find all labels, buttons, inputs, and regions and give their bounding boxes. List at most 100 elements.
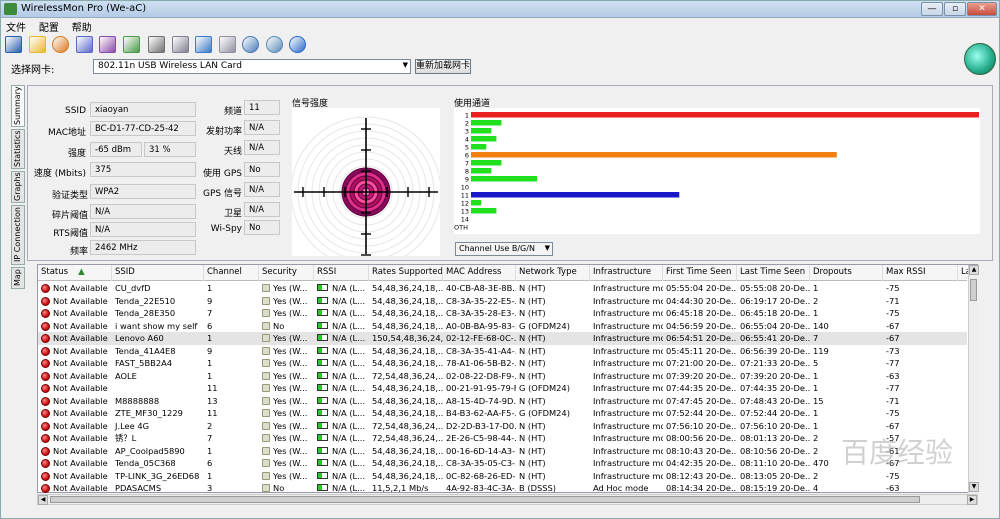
table-cell: 07:56:10 20-De... [663,420,737,432]
card-select[interactable]: 802.11n USB Wireless LAN Card ▼ [93,59,411,74]
table-row[interactable]: Not Available 11 Yes (W... N/A (L... 54,48,3… [38,382,967,395]
table-cell: 54,48,36,24,18,... [369,407,443,419]
tab-ip-connection[interactable]: IP Connection [11,205,25,265]
column-header[interactable]: Channel [204,265,259,281]
menu-help[interactable]: 帮助 [67,18,97,35]
channel-bar [471,160,502,166]
table-cell: 07:56:10 20-De... [737,420,810,432]
channel-use-select-value: Channel Use B/G/N [459,244,535,253]
tab-statistics[interactable]: Statistics [11,129,25,169]
column-header[interactable]: Security [259,265,314,281]
vertical-scrollbar[interactable]: ▲ ▼ [968,265,979,493]
tab-map[interactable]: Map [11,267,25,289]
channel-use-select[interactable]: Channel Use B/G/N ▼ [455,242,553,256]
table-row[interactable]: Not Available Tenda_28E350 7 Yes (W... N/A (… [38,307,967,320]
print-preview-icon[interactable] [171,36,189,53]
table-row[interactable]: Not Available TP-LINK_3G_26ED68 1 Yes (W...… [38,470,967,483]
summary-panel: SSID xiaoyan MAC地址 BC-D1-77-CD-25-42 强度 … [27,85,993,261]
table-row[interactable]: Not Available Tenda_41A4E8 9 Yes (W... N/A (… [38,345,967,358]
rssi-meter-icon [317,409,328,416]
table-cell: N/A (L... [314,332,369,344]
column-header[interactable]: Rates Supported [369,265,443,281]
web-icon[interactable] [265,36,283,53]
table-row[interactable]: Not Available CU_dvfD 1 Yes (W... N/A (L... 5… [38,282,967,295]
cell-text: Infrastructure mo... [593,408,663,418]
reload-card-button[interactable]: 重新加载网卡 [415,59,471,74]
table-cell: N/A (L... [314,345,369,357]
cell-text: N/A (L... [332,383,366,393]
minimize-button[interactable]: — [921,2,943,16]
column-header-label: SSID [115,267,135,277]
column-header[interactable]: Status ▲ [38,265,112,281]
table-row[interactable]: Not Available J.Lee 4G 2 Yes (W... N/A (L...… [38,420,967,433]
print-icon[interactable] [148,36,165,53]
column-header[interactable]: Last Time Seen [737,265,810,281]
column-header[interactable]: Infrastructure [590,265,663,281]
cell-text: B4-B3-62-AA-F5-... [446,408,516,418]
scroll-down-icon[interactable]: ▼ [969,482,979,492]
column-header[interactable]: Max RSSI [883,265,958,281]
table-row[interactable]: Not Available AOLE 1 Yes (W... N/A (L... 72,5… [38,370,967,383]
help-icon[interactable] [289,36,306,53]
settings-icon[interactable] [242,36,259,53]
cell-text: J.Lee 4G [115,420,150,431]
table-cell: Not Available [38,395,112,407]
table-row[interactable]: Not Available ZTE_MF30_1229 11 Yes (W... N/A… [38,407,967,420]
column-header[interactable]: First Time Seen [663,265,737,281]
hscroll-thumb[interactable] [50,496,920,503]
cell-text: 08:10:56 20-De... [740,445,810,456]
column-header[interactable]: RSSI [314,265,369,281]
table-row[interactable]: Not Available Tenda_22E510 9 Yes (W... N/A (… [38,295,967,308]
table-cell: Infrastructure mo... [590,307,663,319]
cell-text: Yes (W... [273,308,308,318]
table-row[interactable]: Not Available M8888888 13 Yes (W... N/A (L..… [38,395,967,408]
table-cell: 08:10:56 20-De... [737,445,810,457]
channel-label: 10 [461,184,469,192]
table-row[interactable]: Not Available PDASACMS 3 No N/A (L... 11,5,2,… [38,482,967,495]
cell-text: 07:47:45 20-De... [666,395,737,406]
channel-label: 14 [461,216,469,224]
scroll-right-icon[interactable]: ▶ [967,495,977,505]
column-header[interactable]: SSID [112,265,204,281]
table-row[interactable]: Not Available Tenda_05C368 6 Yes (W... N/A (… [38,457,967,470]
column-header[interactable]: Network Type [516,265,590,281]
channel-bar [471,112,979,118]
menu-file[interactable]: 文件 [1,18,31,35]
channel-label: OTH [454,224,468,232]
cell-text: -77 [886,358,900,368]
network-icon[interactable] [75,36,93,53]
table-cell: 04:44:30 20-De... [663,295,737,307]
tab-graphs[interactable]: Graphs [11,171,25,203]
table-cell: B4-B3-62-AA-F5-... [443,407,516,419]
check-icon[interactable] [195,36,212,53]
globe-icon[interactable] [52,36,69,53]
table-cell: -63 [883,370,958,382]
table-cell: Not Available [38,432,112,444]
close-button[interactable]: ✕ [967,2,997,16]
title-bar[interactable]: WirelessMon Pro (We-aC) — ▫ ✕ [1,1,999,18]
table-cell: 05:45:11 20-De... [663,345,737,357]
column-header[interactable]: MAC Address [443,265,516,281]
column-header[interactable]: Dropouts [810,265,883,281]
horizontal-scrollbar[interactable]: ◀ ▶ [37,494,978,505]
table-row[interactable]: Not Available Lenovo A60 1 Yes (W... N/A (L.… [38,332,967,345]
save-icon[interactable] [5,36,22,53]
tab-summary[interactable]: Summary [11,85,25,127]
table-cell: 54,48,36,24,18,... [369,282,443,294]
maximize-button[interactable]: ▫ [944,2,966,16]
cell-text: 05:55:04 20-De... [666,283,737,293]
table-row[interactable]: Not Available FAST_5BB2A4 1 Yes (W... N/A (L… [38,357,967,370]
open-folder-icon[interactable] [28,36,46,53]
table-row[interactable]: Not Available AP_Coolpad5890 1 Yes (W... N/A… [38,445,967,458]
table-cell: -75 [883,407,958,419]
table-row[interactable]: Not Available 锈？L 7 Yes (W... N/A (L... 72,54… [38,432,967,445]
export-icon[interactable] [122,36,140,53]
scroll-up-icon[interactable]: ▲ [969,265,979,275]
clipboard-icon[interactable] [218,36,236,53]
table-row[interactable]: Not Available i want show my self 6 No N/A (… [38,320,967,333]
rssi-meter-icon [317,321,328,329]
network-alt-icon[interactable] [99,36,116,53]
scroll-thumb[interactable] [970,279,977,301]
scroll-left-icon[interactable]: ◀ [38,495,48,505]
menu-config[interactable]: 配置 [34,18,64,35]
